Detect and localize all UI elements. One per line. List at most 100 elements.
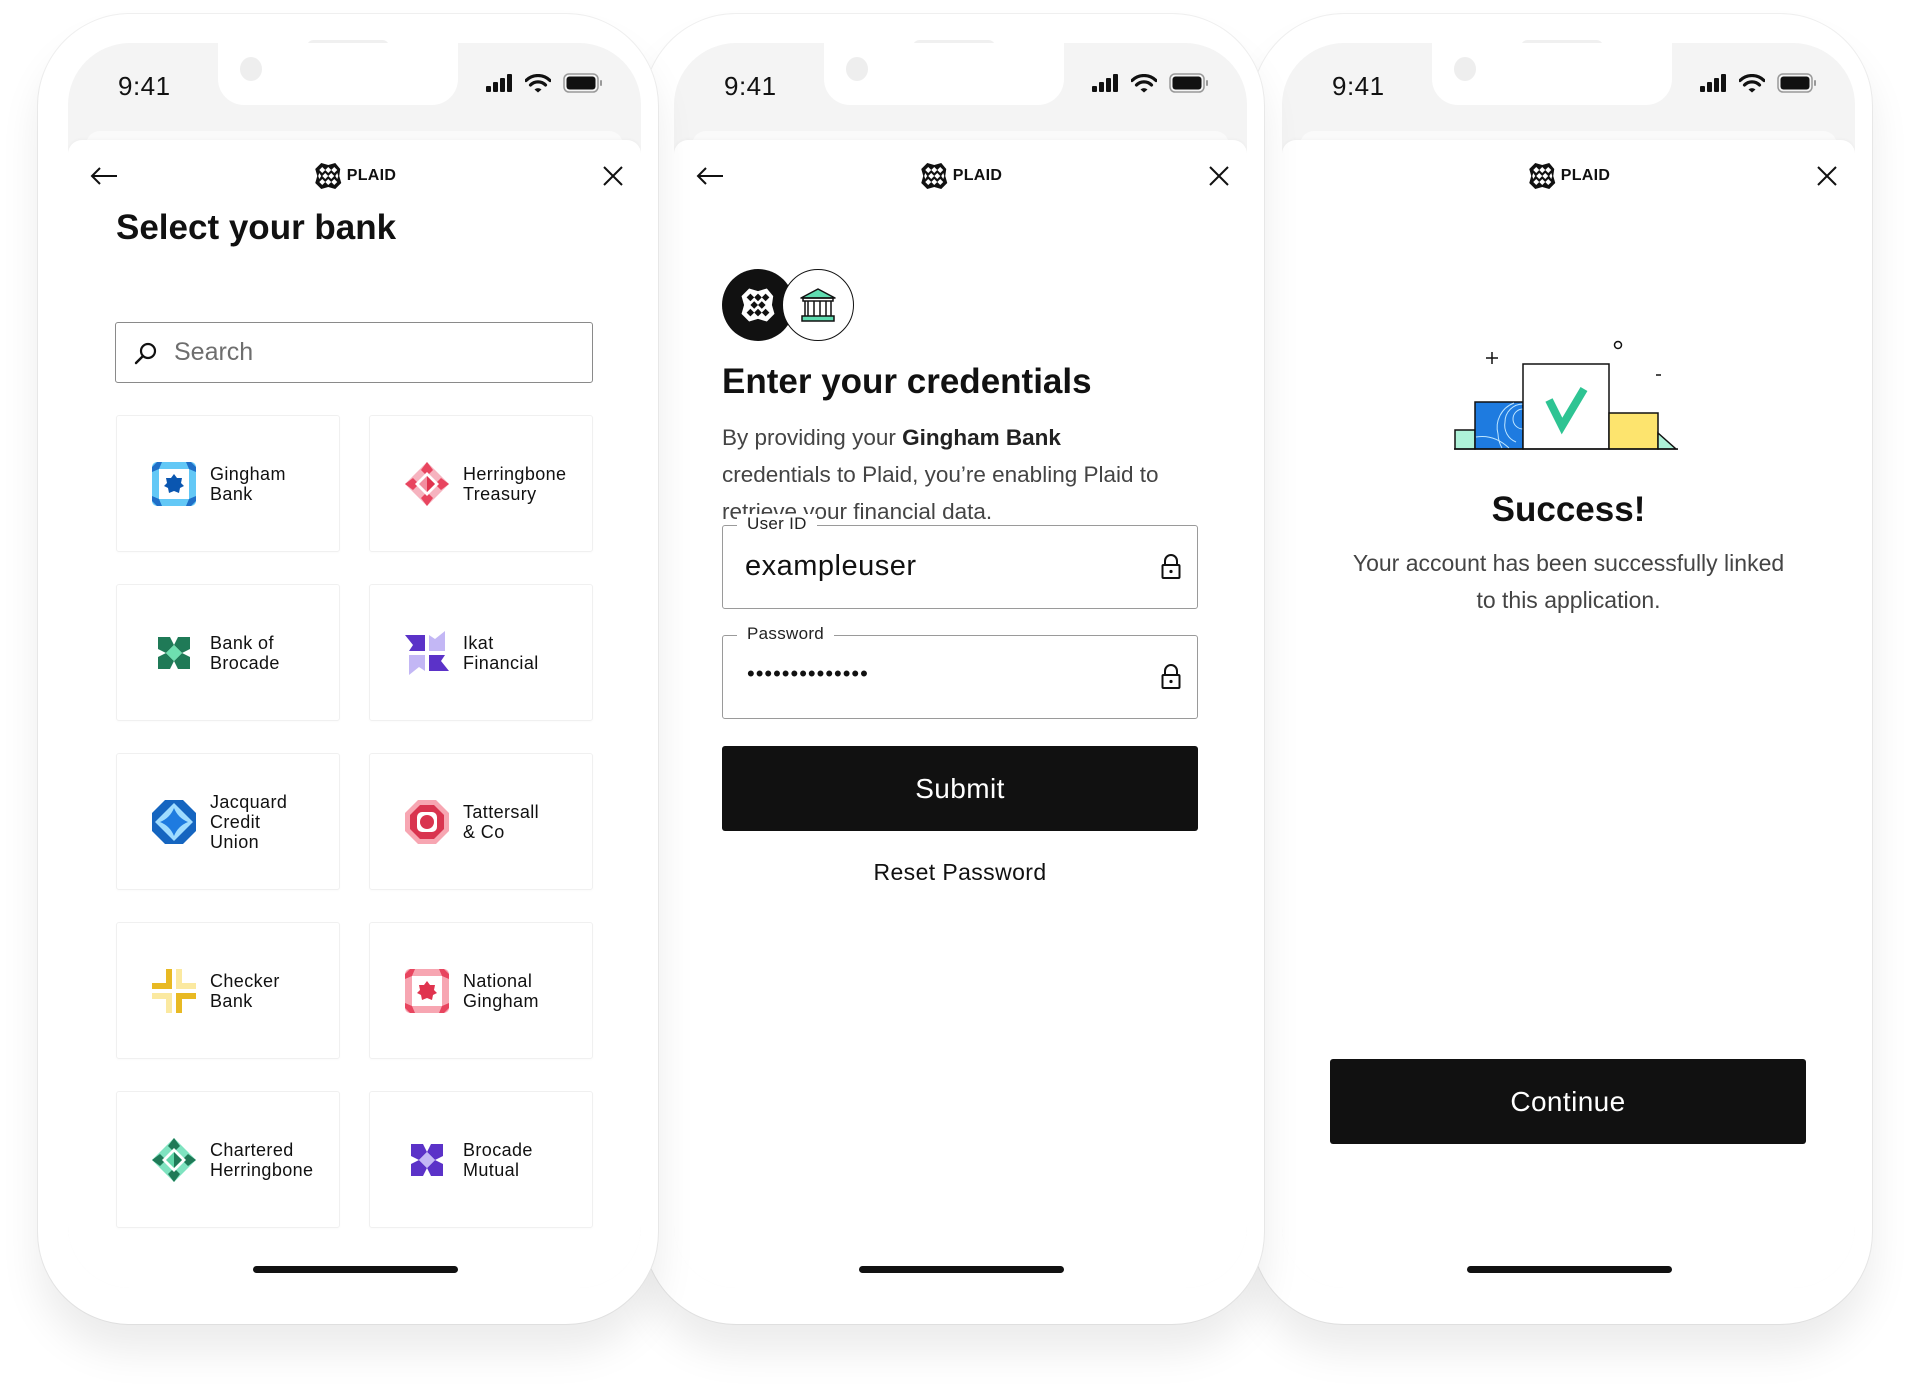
bank-tile-bank-of-brocade[interactable]: Bank of Brocade [116, 584, 340, 721]
mint-triangle [1656, 431, 1678, 450]
plaid-logo-icon [1528, 163, 1555, 189]
password-input[interactable]: •••••••••••••• [747, 661, 869, 687]
plaid-wordmark: PLAID [952, 167, 1003, 184]
header: PLAID [68, 158, 641, 194]
camera [240, 57, 262, 81]
bank-tile-brocade-mutual[interactable]: Brocade Mutual [369, 1091, 593, 1228]
close-button[interactable] [1809, 158, 1845, 194]
plaid-link-sheet: PLAID Select your bank Gingham Bank [68, 140, 641, 1288]
bank-name: Bank of Brocade [210, 632, 280, 673]
bank-name: Jacquard Credit Union [210, 791, 288, 852]
close-icon [1209, 166, 1229, 186]
plaid-link-sheet: PLAID Enter your credentials By providin… [674, 140, 1247, 1288]
arrow-left-icon [90, 167, 117, 185]
reset-password-link[interactable]: Reset Password [722, 859, 1198, 886]
small-mint-box [1453, 429, 1476, 450]
success-message: Your account has been successfully linke… [1352, 550, 1785, 613]
password-field[interactable]: Password •••••••••••••• [722, 624, 1198, 719]
page-title: Enter your credentials [722, 362, 1092, 401]
close-button[interactable] [595, 158, 631, 194]
plaid-logo-icon [741, 288, 775, 322]
jacquard-credit-union-logo [152, 799, 196, 844]
password-label: Password [737, 624, 835, 644]
status-time: 9:41 [1332, 71, 1385, 101]
tattersall-co-logo [405, 799, 449, 844]
bank-tile-tattersall-co[interactable]: Tattersall & Co [369, 753, 593, 890]
success-title: Success! [1491, 490, 1646, 529]
blue-box [1473, 401, 1524, 450]
status-time: 9:41 [118, 71, 171, 101]
bank-tile-jacquard-credit-union[interactable]: Jacquard Credit Union [116, 753, 340, 890]
screen: 9:41 PLAID [1282, 43, 1855, 1288]
wifi-icon [1739, 73, 1765, 92]
yellow-box [1607, 412, 1659, 450]
status-icons [486, 73, 603, 93]
plaid-logo: PLAID [313, 161, 397, 191]
bank-tile-national-gingham[interactable]: National Gingham [369, 922, 593, 1059]
back-button[interactable] [86, 158, 122, 194]
phone-select-bank: 9:41 PLAID Select your bank Search Gingh… [38, 14, 658, 1324]
bank-name: Brocade Mutual [463, 1139, 533, 1180]
arrow-left-icon [696, 167, 723, 185]
notch [1432, 43, 1672, 105]
camera [1454, 57, 1476, 81]
close-button[interactable] [1201, 158, 1237, 194]
national-gingham-logo [405, 968, 449, 1013]
screen: 9:41 PLAID Select your bank Search Gingh… [68, 43, 641, 1288]
search-input[interactable] [172, 337, 556, 368]
status-time: 9:41 [724, 71, 777, 101]
signal-icon [1700, 74, 1726, 92]
bank-tile-ikat-financial[interactable]: Ikat Financial [369, 584, 593, 721]
bank-name: Chartered Herringbone [210, 1139, 314, 1180]
plaid-logo: PLAID [1527, 161, 1611, 191]
checkmark-box [1521, 363, 1610, 450]
bank-name: Herringbone Treasury [463, 463, 567, 504]
bank-name: Checker Bank [210, 970, 280, 1011]
signal-icon [486, 74, 512, 92]
notch [218, 43, 458, 105]
ikat-financial-logo [405, 630, 449, 675]
bank-tile-gingham-bank[interactable]: Gingham Bank [116, 415, 340, 552]
bank-of-brocade-logo [158, 636, 190, 669]
bank-name: Tattersall & Co [463, 801, 540, 842]
notch [824, 43, 1064, 105]
bank-name: National Gingham [463, 970, 539, 1011]
plaid-logo-icon [314, 163, 341, 189]
bank-tile-chartered-herringbone[interactable]: Chartered Herringbone [116, 1091, 340, 1228]
plaid-logo: PLAID [919, 161, 1003, 191]
home-indicator [1466, 1266, 1672, 1273]
plaid-logo-icon [920, 163, 947, 189]
user-id-field[interactable]: User ID [722, 514, 1198, 609]
bank-tile-checker-bank[interactable]: Checker Bank [116, 922, 340, 1059]
phone-credentials: 9:41 PLAID Enter your credentials By pro… [644, 14, 1264, 1324]
header: PLAID [1282, 158, 1855, 194]
battery-icon [1777, 73, 1816, 93]
bank-tile-herringbone-treasury[interactable]: Herringbone Treasury [369, 415, 593, 552]
bank-building-icon [800, 288, 836, 322]
battery-icon [1169, 73, 1208, 93]
home-indicator [858, 1266, 1064, 1273]
chartered-herringbone-logo [152, 1137, 196, 1182]
home-indicator [252, 1266, 458, 1273]
desc-prefix: By providing your [722, 425, 903, 450]
search-field[interactable] [115, 322, 593, 383]
status-icons [1092, 73, 1209, 93]
battery-icon [563, 73, 602, 93]
screen: 9:41 PLAID [674, 43, 1247, 1288]
submit-button[interactable]: Submit [722, 746, 1198, 831]
close-icon [603, 166, 623, 186]
bank-name: Gingham Bank [210, 463, 286, 504]
checker-bank-logo [152, 968, 196, 1013]
desc-bank-name: Gingham Bank [902, 425, 1061, 450]
user-id-input[interactable] [745, 546, 1125, 586]
back-button[interactable] [692, 158, 728, 194]
brocade-mutual-logo [411, 1143, 443, 1176]
gingham-bank-logo [152, 461, 196, 506]
plaid-wordmark: PLAID [1560, 167, 1611, 184]
success-illustration [1453, 340, 1678, 450]
lock-icon [1161, 664, 1181, 689]
search-icon [134, 342, 157, 364]
circle-mark [1613, 340, 1622, 350]
herringbone-treasury-logo [405, 461, 449, 506]
continue-button[interactable]: Continue [1330, 1059, 1806, 1144]
